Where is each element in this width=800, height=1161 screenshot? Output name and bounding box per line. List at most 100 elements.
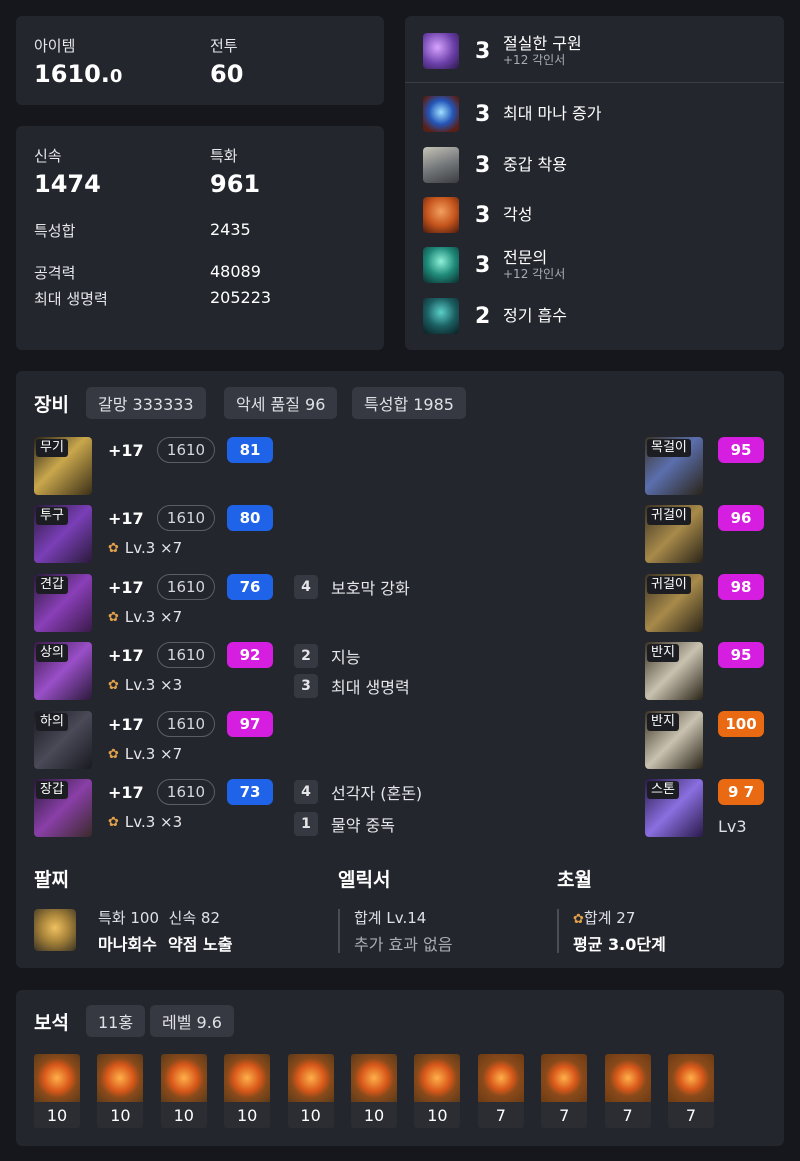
gloves-icon[interactable]: 장갑 (34, 779, 92, 837)
engraving-name: 전문의 (503, 248, 548, 267)
engraving-item[interactable]: 3 각성 (423, 195, 532, 235)
gem-icon (34, 1054, 80, 1102)
transcend-divider (557, 909, 559, 953)
mana-orb-icon (423, 96, 459, 132)
elixir-info: ✿ Lv.3 ×3 (108, 813, 182, 831)
engraving-item[interactable]: 2 정기 흡수 (423, 296, 567, 336)
quality-badge: 96 (718, 505, 764, 531)
gem-level: 7 (541, 1102, 588, 1128)
effect-count: 4 (294, 575, 318, 599)
engraving-book: +12 각인서 (503, 53, 566, 67)
gem-item[interactable]: 10 (160, 1054, 207, 1128)
item-level-label: 아이템 (34, 37, 76, 55)
effect-label: 선각자 (혼돈) (331, 784, 423, 803)
item-level-frac: 0 (109, 66, 123, 87)
combat-level-value: 60 (210, 60, 244, 88)
stat-total-label: 특성합 (34, 222, 76, 240)
quality-badge: 81 (227, 437, 273, 463)
elixir-level: Lv.3 ×7 (124, 539, 183, 557)
set-effect: 2 지능 (294, 644, 360, 668)
ring-icon[interactable]: 반지 (645, 711, 703, 769)
transcend-total-text: 합계 27 (583, 909, 636, 927)
equipment-title: 장비 (34, 394, 69, 416)
gem-item[interactable]: 10 (224, 1054, 271, 1128)
quality-badge: 80 (227, 505, 273, 531)
pants-icon[interactable]: 하의 (34, 711, 92, 769)
item-level-badge: 1610 (157, 574, 215, 600)
item-type-label: 귀걸이 (647, 576, 691, 594)
elixir-flower-icon: ✿ (108, 677, 119, 693)
swiftness-label: 신속 (34, 147, 62, 165)
specialist-icon (423, 247, 459, 283)
engraving-item[interactable]: 3 절실한 구원 +12 각인서 (423, 31, 582, 71)
effect-count: 2 (294, 644, 318, 668)
item-level-badge: 1610 (157, 642, 215, 668)
gem-icon (97, 1054, 144, 1102)
gem-icon (541, 1054, 588, 1102)
shoulder-icon[interactable]: 견갑 (34, 574, 92, 632)
item-type-label: 목걸이 (647, 439, 691, 457)
quality-badge: 98 (718, 574, 764, 600)
item-level-int: 1610. (34, 60, 110, 88)
item-type-label: 반지 (647, 644, 679, 662)
item-type-label: 견갑 (36, 576, 68, 594)
elixir-level: Lv.3 ×3 (124, 813, 183, 831)
engraving-name: 최대 마나 증가 (503, 104, 602, 123)
stat-total-value: 2435 (210, 220, 251, 239)
bracelet-icon[interactable] (34, 909, 76, 951)
honing-level: +17 (108, 441, 144, 460)
honing-level: +17 (108, 578, 144, 597)
earring-icon[interactable]: 귀걸이 (645, 505, 703, 563)
max-hp-value: 205223 (210, 288, 272, 307)
gem-level: 7 (477, 1102, 524, 1128)
attack-power-label: 공격력 (34, 264, 76, 282)
spirit-absorb-icon (423, 298, 459, 334)
bracelet-effects: 마나회수 약점 노출 (98, 931, 232, 955)
stone-icon[interactable]: 스톤 (645, 779, 703, 837)
gem-item[interactable]: 7 (477, 1054, 524, 1128)
gem-icon (604, 1054, 651, 1102)
chest-icon[interactable]: 상의 (34, 642, 92, 700)
effect-label: 지능 (331, 648, 361, 667)
gem-level: 10 (287, 1102, 334, 1128)
engraving-name: 정기 흡수 (503, 306, 567, 325)
gem-icon (224, 1054, 271, 1102)
gem-item[interactable]: 10 (351, 1054, 397, 1128)
gem-item[interactable]: 7 (668, 1054, 714, 1128)
gem-item[interactable]: 10 (287, 1054, 334, 1128)
engraving-level: 3 (475, 252, 491, 278)
engraving-item[interactable]: 3 전문의 +12 각인서 (423, 245, 565, 285)
gem-item[interactable]: 10 (414, 1054, 461, 1128)
gem-item[interactable]: 10 (97, 1054, 144, 1128)
tag-stat-total: 특성합 1985 (352, 387, 466, 419)
ring-icon[interactable]: 반지 (645, 642, 703, 700)
engraving-name: 절실한 구원 (503, 34, 582, 53)
elixir-level: Lv.3 ×7 (124, 745, 183, 763)
elixir-info: ✿ Lv.3 ×7 (108, 539, 182, 557)
effect-label: 최대 생명력 (331, 678, 410, 697)
gem-level: 10 (97, 1102, 144, 1128)
quality-badge: 95 (718, 642, 764, 668)
hammer-icon (423, 33, 459, 69)
gem-item[interactable]: 7 (604, 1054, 651, 1128)
honing-level: +17 (108, 509, 144, 528)
attack-power-value: 48089 (210, 262, 261, 281)
earring-icon[interactable]: 귀걸이 (645, 574, 703, 632)
elixir-total: 합계 Lv.14 (354, 909, 427, 927)
bracelet-effect-1: 마나회수 (98, 935, 157, 954)
necklace-icon[interactable]: 목걸이 (645, 437, 703, 495)
helmet-icon[interactable]: 투구 (34, 505, 92, 563)
bracelet-title: 팔찌 (34, 869, 69, 891)
engraving-item[interactable]: 3 중갑 착용 (423, 145, 567, 185)
quality-badge: 97 (227, 711, 273, 737)
elixir-level: Lv.3 ×3 (124, 676, 183, 694)
gem-item[interactable]: 7 (541, 1054, 588, 1128)
effect-count: 1 (294, 812, 318, 836)
gem-level: 10 (224, 1102, 271, 1128)
weapon-icon[interactable]: 무기 (34, 437, 92, 495)
gem-icon (477, 1054, 524, 1102)
quality-badge: 76 (227, 574, 273, 600)
engraving-item[interactable]: 3 최대 마나 증가 (423, 94, 602, 134)
gem-item[interactable]: 10 (34, 1054, 80, 1128)
engraving-name: 각성 (503, 205, 533, 224)
